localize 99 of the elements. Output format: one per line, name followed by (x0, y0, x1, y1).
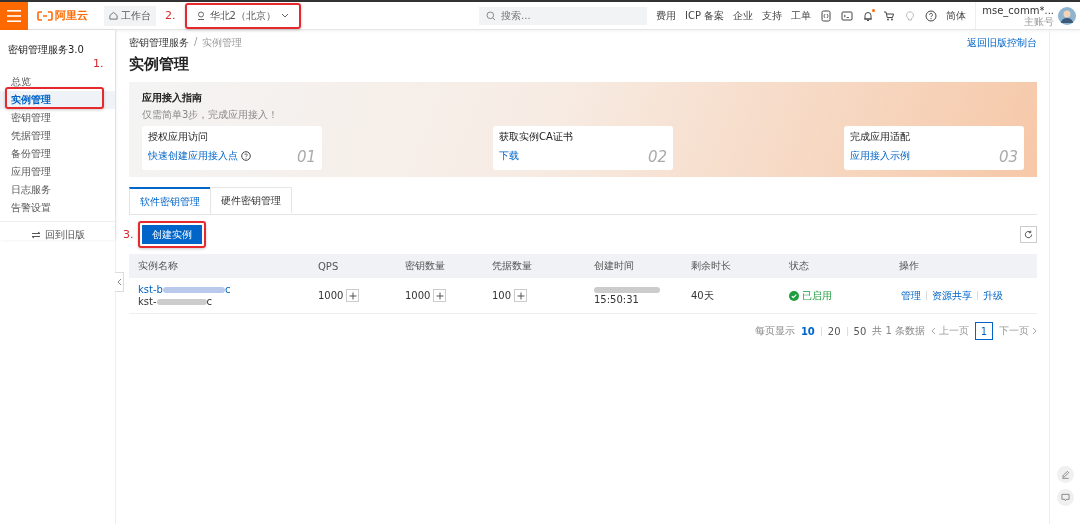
breadcrumb-item[interactable]: 密钥管理服务 (129, 36, 189, 50)
chevron-down-icon (280, 13, 289, 18)
column-header: 操作 (898, 259, 920, 273)
code-icon[interactable] (820, 9, 833, 22)
page-number-button[interactable]: 1 (975, 322, 993, 340)
region-selector[interactable]: 华北2（北京） (188, 6, 297, 25)
message-icon (1060, 493, 1070, 502)
column-header: 凭据数量 (491, 259, 533, 273)
search-field[interactable]: 搜索... (479, 6, 648, 25)
check-circle-icon (789, 290, 799, 301)
step-link[interactable]: 应用接入示例 (850, 149, 910, 163)
location-icon (196, 11, 205, 20)
step-link[interactable]: 下载 (499, 149, 519, 163)
instance-id: kst- c (138, 296, 213, 307)
page-size-option[interactable]: 20 (827, 325, 841, 337)
language-link[interactable]: 简体 (946, 8, 967, 23)
feedback-button[interactable] (1056, 489, 1074, 506)
annotation-number: 3. (123, 228, 134, 241)
page-size-label: 每页显示 (754, 324, 795, 338)
terminal-icon[interactable] (841, 9, 854, 22)
nav-link[interactable]: ICP 备案 (685, 8, 725, 23)
table-cell: 1000 (405, 290, 431, 301)
step-title: 完成应用适配 (850, 130, 910, 144)
sidebar-item[interactable]: 总览 (0, 73, 115, 91)
table-cell: 15:50:31 (594, 293, 639, 305)
breadcrumb-item: 实例管理 (202, 36, 243, 50)
workbench-button[interactable]: 工作台 (104, 5, 156, 26)
sidebar-title: 密钥管理服务3.0 (8, 43, 84, 57)
column-header: 剩余时长 (690, 259, 732, 273)
sidebar-item[interactable]: 告警设置 (0, 199, 115, 217)
nav-link[interactable]: 支持 (762, 8, 783, 23)
help-icon[interactable] (925, 9, 938, 22)
status-text: 已启用 (802, 288, 832, 303)
chevron-left-icon (116, 278, 122, 286)
nav-link[interactable]: 企业 (733, 8, 754, 23)
cart-icon[interactable] (883, 9, 896, 22)
create-instance-button[interactable]: 创建实例 (141, 225, 202, 244)
step-title: 授权应用访问 (148, 130, 209, 144)
home-icon (109, 11, 118, 20)
table-cell: 40天 (691, 288, 714, 303)
annotation-number: 2. (165, 9, 176, 22)
plus-icon (348, 291, 357, 300)
guide-title: 应用接入指南 (142, 91, 203, 105)
action-link[interactable]: 管理 (899, 288, 923, 303)
column-header: QPS (317, 260, 340, 272)
guide-subtitle: 仅需简单3步，完成应用接入！ (142, 108, 280, 122)
page-size-option[interactable]: 50 (853, 325, 867, 337)
action-link[interactable]: 升级 (981, 288, 1005, 303)
step-number: 02 (647, 148, 667, 166)
blurred-date (594, 286, 660, 293)
add-button[interactable] (514, 289, 528, 302)
sidebar-item[interactable]: 应用管理 (0, 163, 115, 181)
nav-link[interactable]: 工单 (791, 8, 812, 23)
step-number: 03 (998, 148, 1018, 166)
collapse-handle[interactable] (115, 272, 124, 292)
plus-icon (435, 291, 444, 300)
avatar[interactable] (1058, 6, 1076, 25)
add-button[interactable] (346, 289, 360, 302)
sidebar-item[interactable]: 密钥管理 (0, 109, 115, 127)
sidebar-item[interactable]: 凭据管理 (0, 127, 115, 145)
sidebar-item[interactable]: 日志服务 (0, 181, 115, 199)
instance-name-link[interactable]: kst-b c (138, 284, 231, 295)
back-to-old-version-link[interactable]: 回到旧版 (0, 221, 115, 242)
chevron-left-icon (931, 327, 936, 335)
account-name[interactable]: mse_comm*... (982, 4, 1054, 16)
refresh-icon (1024, 230, 1033, 239)
plus-icon (516, 291, 525, 300)
annotation-number: 1. (93, 57, 104, 70)
page-size-option[interactable]: 10 (800, 325, 815, 337)
step-title: 获取实例CA证书 (499, 130, 573, 144)
tab[interactable]: 软件密钥管理 (129, 187, 211, 214)
step-number: 01 (296, 148, 316, 166)
nav-link[interactable]: 费用 (656, 8, 677, 23)
edit-button[interactable] (1056, 466, 1074, 483)
column-header: 状态 (788, 259, 810, 273)
sidebar-item[interactable]: 备份管理 (0, 145, 115, 163)
add-button[interactable] (433, 289, 447, 302)
menu-button[interactable] (0, 1, 28, 30)
refresh-button[interactable] (1020, 226, 1037, 243)
column-header: 创建时间 (593, 259, 635, 273)
tab[interactable]: 硬件密钥管理 (210, 187, 292, 213)
logo-icon (37, 10, 53, 21)
total-count: 共 1 条数据 (872, 324, 925, 338)
page-title: 实例管理 (129, 55, 190, 74)
swap-icon (30, 231, 41, 239)
menu-icon (7, 9, 21, 22)
bell-icon[interactable] (862, 9, 875, 22)
breadcrumb-separator: / (194, 36, 198, 49)
column-header: 密钥数量 (404, 259, 446, 273)
chevron-right-icon (1032, 327, 1037, 335)
column-header: 实例名称 (137, 259, 179, 273)
account-role: 主账号 (1024, 15, 1054, 27)
back-to-old-console-link[interactable]: 返回旧版控制台 (967, 36, 1037, 50)
table-cell: 100 (492, 290, 512, 301)
step-link[interactable]: 快速创建应用接入点 (148, 149, 238, 163)
action-link[interactable]: 资源共享 (930, 288, 974, 303)
help-icon[interactable] (241, 151, 251, 161)
pencil-icon (1060, 470, 1070, 479)
table-cell: 1000 (318, 290, 344, 301)
